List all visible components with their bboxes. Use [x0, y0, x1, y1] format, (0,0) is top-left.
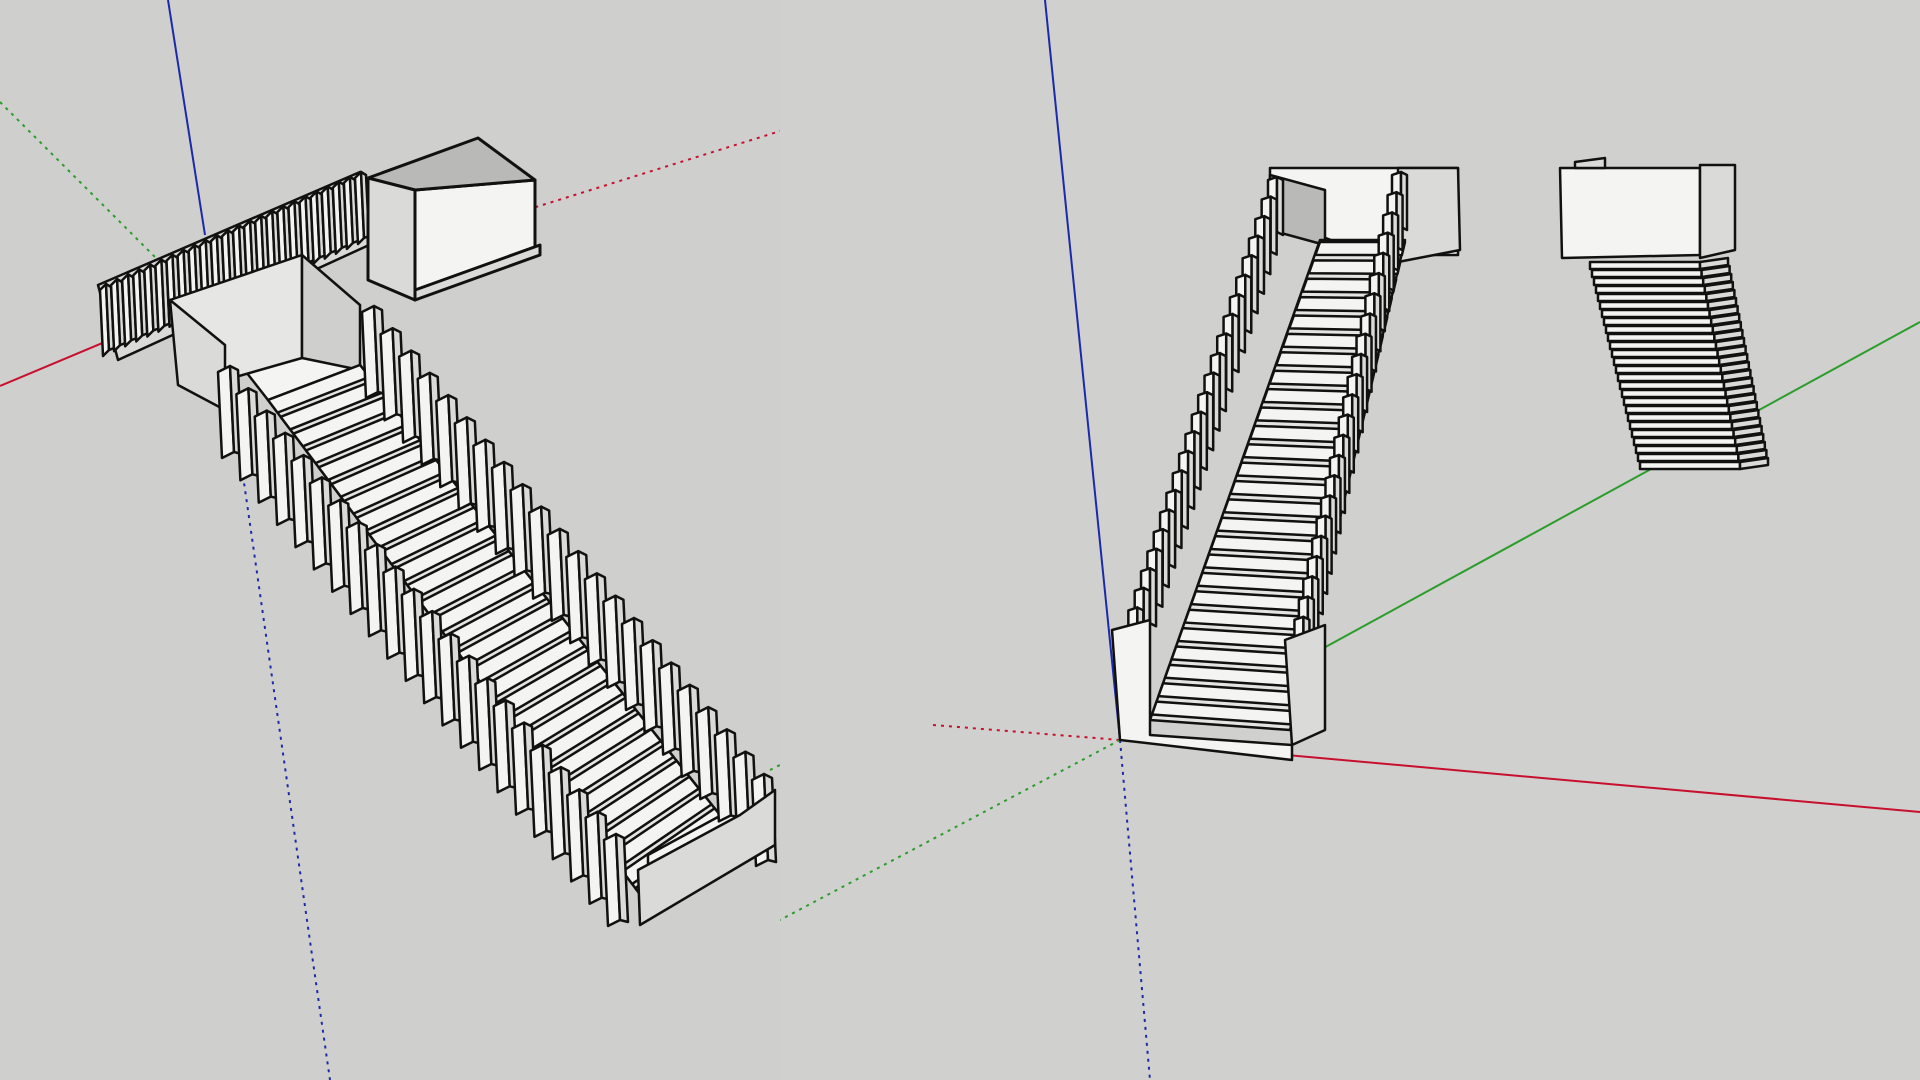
profile-step	[1616, 372, 1724, 383]
staircase-model[interactable]	[1110, 166, 1462, 762]
stair-profile-model[interactable]	[1558, 156, 1770, 471]
staircase-model[interactable]	[168, 253, 778, 928]
left-viewport-scene[interactable]	[0, 0, 780, 1080]
profile-step	[1624, 404, 1731, 415]
profile-step	[1588, 260, 1702, 271]
axes-right	[780, 0, 1920, 1080]
blue-axis-dotted	[1119, 739, 1151, 1080]
profile-step	[1622, 396, 1729, 407]
profile-step	[1618, 380, 1726, 391]
profile-step	[1608, 340, 1718, 351]
stair-treads	[266, 363, 739, 903]
profile-step	[1614, 364, 1723, 375]
right-viewport-scene[interactable]	[780, 0, 1920, 1080]
green-axis-dotted-lower	[769, 764, 780, 771]
profile-top-lip	[1573, 156, 1607, 170]
profile-step	[1594, 284, 1707, 295]
profile-top-side	[1698, 163, 1737, 260]
landing-box-model[interactable]	[366, 136, 542, 302]
blue-axis-solid	[167, 0, 206, 236]
profile-step	[1628, 420, 1734, 431]
profile-step	[1606, 332, 1716, 343]
profile-top-box	[1558, 166, 1702, 260]
profile-step	[1632, 436, 1737, 447]
profile-step	[1596, 292, 1708, 303]
profile-step	[1612, 356, 1721, 367]
landing-box-inner	[366, 136, 537, 192]
bottom-right-post	[1283, 623, 1327, 747]
profile-step	[1590, 268, 1703, 279]
landing-box-front	[366, 176, 417, 302]
profile-step	[1630, 428, 1735, 439]
red-axis-dotted	[932, 724, 1121, 741]
profile-step	[1604, 324, 1715, 335]
green-axis-dotted-upper	[0, 101, 161, 263]
green-axis-dotted	[780, 739, 1121, 921]
profile-step	[1620, 388, 1727, 399]
profile-step	[1634, 444, 1739, 455]
profile-step	[1600, 308, 1711, 319]
profile-step	[1602, 316, 1713, 327]
profile-step	[1610, 348, 1719, 359]
upper-landing-right-wall	[300, 253, 362, 372]
profile-step	[1592, 276, 1705, 287]
profile-step	[1638, 460, 1742, 471]
left-viewport[interactable]	[0, 0, 780, 1080]
profile-step	[1626, 412, 1732, 423]
profile-step	[1598, 300, 1710, 311]
blue-axis-solid	[1044, 0, 1121, 741]
sketchup-canvas[interactable]	[0, 0, 1920, 1080]
right-viewport[interactable]	[780, 0, 1920, 1080]
profile-step	[1636, 452, 1740, 463]
profile-steps	[1588, 256, 1770, 471]
red-axis-dotted	[519, 130, 780, 213]
